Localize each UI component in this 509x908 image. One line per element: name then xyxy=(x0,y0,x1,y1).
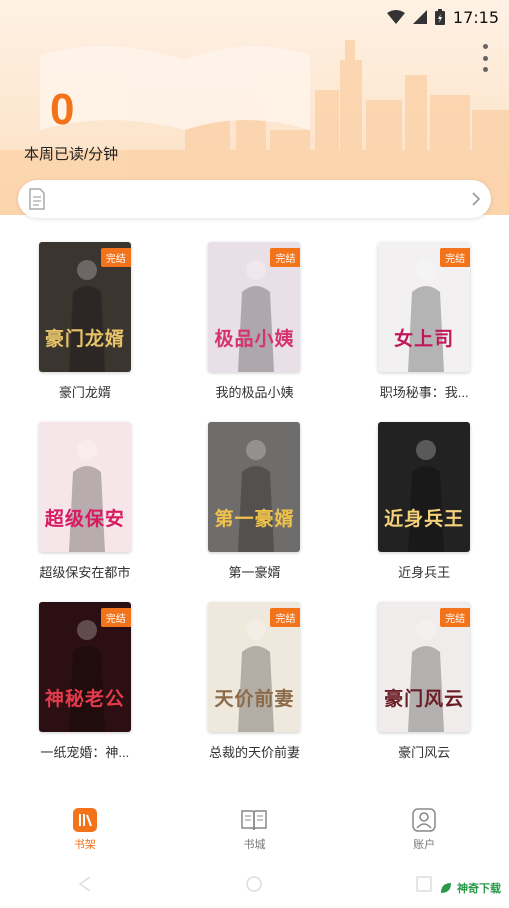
nav-bookshelf[interactable]: 书架 xyxy=(35,808,135,852)
cover-title: 女上司 xyxy=(394,328,455,351)
book-cover[interactable]: 豪门风云 完结 xyxy=(378,602,471,732)
weekly-read-minutes: 0 xyxy=(50,85,75,134)
book-title[interactable]: 超级保安在都市 xyxy=(39,562,130,581)
book-title[interactable]: 职场秘事：我... xyxy=(380,382,469,401)
completed-badge: 完结 xyxy=(440,608,471,627)
book-item[interactable]: 极品小姨 完结我的极品小姨 xyxy=(170,242,340,412)
back-icon[interactable] xyxy=(76,875,94,893)
signal-icon xyxy=(412,10,427,24)
book-title[interactable]: 近身兵王 xyxy=(398,562,450,581)
chevron-right-icon[interactable] xyxy=(471,191,481,207)
book-cover[interactable]: 超级保安 xyxy=(38,422,131,552)
nav-bookshelf-label: 书架 xyxy=(73,839,96,851)
book-cover[interactable]: 天价前妻 完结 xyxy=(208,602,301,732)
book-cover[interactable]: 豪门龙婿 完结 xyxy=(38,242,131,372)
nav-account-label: 账户 xyxy=(413,839,436,851)
completed-badge: 完结 xyxy=(440,248,471,267)
status-bar: 17:15 xyxy=(0,0,509,34)
cover-illustration xyxy=(408,440,445,552)
book-item[interactable]: 豪门龙婿 完结豪门龙婿 xyxy=(0,242,170,412)
search-bar[interactable] xyxy=(18,180,491,218)
watermark: 神奇下载 xyxy=(439,880,501,896)
open-book-icon xyxy=(241,810,268,831)
system-navigation-bar xyxy=(0,860,509,908)
cover-title: 第一豪婿 xyxy=(214,508,295,531)
cover-illustration xyxy=(68,440,105,552)
completed-badge: 完结 xyxy=(270,248,301,267)
book-cover[interactable]: 神秘老公 完结 xyxy=(38,602,131,732)
bookshelf-grid: 豪门龙婿 完结 豪门龙婿 极品小姨 完结 我的极品小姨 女上司 完结 职场秘事：我... 超级保安… xyxy=(0,242,509,772)
cover-illustration xyxy=(238,440,275,552)
nav-bookstore-label: 书城 xyxy=(243,839,266,851)
book-title[interactable]: 我的极品小姨 xyxy=(215,382,293,401)
book-item[interactable]: 女上司 完结职场秘事：我... xyxy=(339,242,509,412)
weekly-read-label: 本周已读/分钟 xyxy=(24,146,119,163)
book-title[interactable]: 第一豪婿 xyxy=(228,562,280,581)
bookshelf-icon xyxy=(72,808,97,832)
book-title[interactable]: 一纸宠婚：神... xyxy=(40,742,129,761)
book-title[interactable]: 豪门风云 xyxy=(398,742,450,761)
cover-title: 极品小姨 xyxy=(214,328,295,351)
watermark-text: 神奇下载 xyxy=(457,883,501,895)
document-icon xyxy=(29,188,45,210)
book-cover[interactable]: 极品小姨 完结 xyxy=(208,242,301,372)
home-icon[interactable] xyxy=(245,875,263,893)
nav-account[interactable]: 账户 xyxy=(374,808,474,852)
cover-title: 豪门风云 xyxy=(384,688,465,711)
book-title[interactable]: 豪门龙婿 xyxy=(59,382,111,401)
cover-title: 天价前妻 xyxy=(214,688,295,711)
book-item[interactable]: 近身兵王 近身兵王 xyxy=(339,422,509,592)
nav-bookstore[interactable]: 书城 xyxy=(204,808,304,852)
wifi-icon xyxy=(386,10,405,24)
book-cover[interactable]: 近身兵王 xyxy=(378,422,471,552)
book-item[interactable]: 豪门风云 完结豪门风云 xyxy=(339,602,509,772)
bottom-navigation: 书架 书城 账户 xyxy=(0,800,509,860)
book-item[interactable]: 第一豪婿 第一豪婿 xyxy=(170,422,340,592)
completed-badge: 完结 xyxy=(100,248,131,267)
book-item[interactable]: 神秘老公 完结一纸宠婚：神... xyxy=(0,602,170,772)
book-cover[interactable]: 女上司 完结 xyxy=(378,242,471,372)
cover-title: 神秘老公 xyxy=(44,688,125,711)
completed-badge: 完结 xyxy=(270,608,301,627)
book-item[interactable]: 天价前妻 完结总裁的天价前妻 xyxy=(170,602,340,772)
cover-title: 豪门龙婿 xyxy=(44,328,125,351)
cover-title: 超级保安 xyxy=(44,508,125,531)
battery-icon xyxy=(434,9,445,25)
more-options-icon[interactable] xyxy=(479,44,491,72)
cover-title: 近身兵王 xyxy=(384,508,465,531)
user-icon xyxy=(412,808,436,832)
leaf-logo-icon xyxy=(441,883,451,893)
book-item[interactable]: 超级保安超级保安在都市 xyxy=(0,422,170,592)
book-cover[interactable]: 第一豪婿 xyxy=(208,422,301,552)
book-title[interactable]: 总裁的天价前妻 xyxy=(209,742,300,761)
recents-icon[interactable] xyxy=(415,875,433,893)
completed-badge: 完结 xyxy=(100,608,131,627)
status-time: 17:15 xyxy=(452,7,499,27)
